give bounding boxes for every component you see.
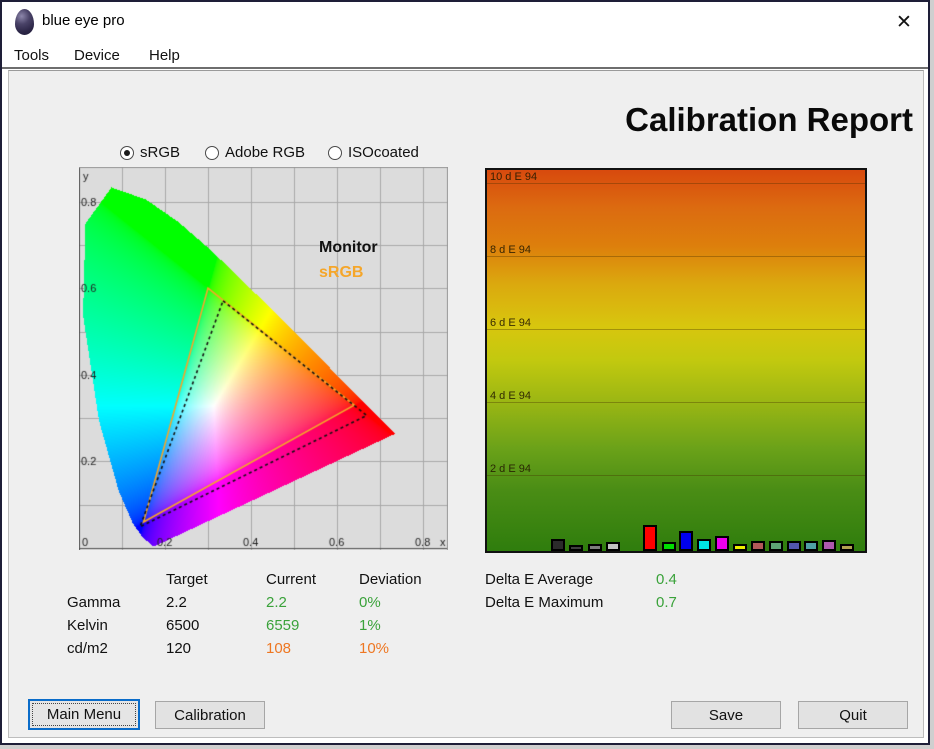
de-patch-bar — [787, 541, 801, 551]
stat-gamma-target: 2.2 — [166, 594, 187, 611]
de-gridline — [487, 402, 865, 403]
delta-e-maximum-value: 0.7 — [656, 594, 677, 611]
radio-isocoated-circle[interactable] — [328, 145, 342, 160]
save-button[interactable]: Save — [671, 701, 781, 729]
radio-srgb[interactable]: sRGB — [120, 144, 180, 161]
radio-adobe-rgb[interactable]: Adobe RGB — [205, 144, 305, 161]
legend-srgb: sRGB — [319, 264, 364, 281]
stat-kelvin-target: 6500 — [166, 617, 200, 634]
stat-kelvin-deviation: 1% — [359, 617, 381, 634]
stats-header-deviation: Deviation — [359, 571, 422, 588]
window-title: blue eye pro — [42, 12, 125, 29]
radio-isocoated-label: ISOcoated — [348, 144, 419, 161]
quit-button[interactable]: Quit — [798, 701, 908, 729]
de-patch-bar — [715, 536, 729, 551]
de-gridline-label: 2 d E 94 — [490, 463, 531, 475]
delta-e-average-value: 0.4 — [656, 571, 677, 588]
de-patch-bar — [662, 542, 676, 551]
cie-chromaticity-plot: Monitor sRGB — [79, 167, 448, 550]
stat-luminance-name: cd/m2 — [67, 640, 108, 657]
close-icon[interactable]: ✕ — [890, 8, 918, 36]
de-gridline-label: 4 d E 94 — [490, 390, 531, 402]
stat-luminance-target: 120 — [166, 640, 192, 657]
app-icon — [15, 9, 34, 35]
cie-canvas — [79, 167, 448, 550]
de-patch-bar — [606, 542, 620, 551]
de-gridline — [487, 256, 865, 257]
de-gridline-label: 10 d E 94 — [490, 171, 538, 183]
de-gridline — [487, 329, 865, 330]
titlebar: blue eye pro ✕ — [2, 2, 928, 42]
menu-device[interactable]: Device — [70, 45, 124, 66]
menu-tools[interactable]: Tools — [10, 45, 53, 66]
delta-e-chart: 10 d E 94 8 d E 94 6 d E 94 4 d E 94 2 d E 9… — [485, 168, 867, 553]
de-gridline — [487, 475, 865, 476]
main-menu-button[interactable]: Main Menu — [28, 699, 140, 730]
de-patch-bar — [643, 525, 657, 551]
stat-kelvin-current: 6559 — [266, 617, 300, 634]
radio-adobe-rgb-label: Adobe RGB — [225, 144, 306, 161]
stat-gamma-deviation: 0% — [359, 594, 381, 611]
stat-luminance-deviation: 10% — [359, 640, 390, 657]
stat-gamma-name: Gamma — [67, 594, 121, 611]
de-patch-bar — [822, 540, 836, 551]
de-patch-bar — [679, 530, 693, 551]
de-patch-bar — [697, 539, 711, 551]
de-patch-bar — [733, 544, 747, 551]
de-patch-bar — [569, 545, 583, 551]
stats-header-target: Target — [166, 571, 208, 588]
radio-isocoated[interactable]: ISOcoated — [328, 144, 419, 161]
radio-srgb-circle[interactable] — [120, 145, 134, 160]
de-patch-bar — [769, 541, 783, 551]
menu-help[interactable]: Help — [145, 45, 184, 66]
stat-gamma-current: 2.2 — [266, 594, 287, 611]
de-patch-bar — [751, 541, 765, 551]
stat-kelvin-name: Kelvin — [67, 617, 108, 634]
de-patch-bar — [588, 544, 602, 551]
radio-srgb-label: sRGB — [140, 144, 181, 161]
radio-adobe-rgb-circle[interactable] — [205, 145, 219, 160]
calibration-button[interactable]: Calibration — [155, 701, 265, 729]
page-title: Calibration Report — [625, 101, 913, 138]
de-gridline — [487, 183, 865, 184]
legend-monitor: Monitor — [319, 239, 378, 256]
de-patch-bar — [840, 544, 854, 551]
de-gridline-label: 6 d E 94 — [490, 317, 531, 329]
de-patch-bar — [551, 538, 565, 551]
stat-luminance-current: 108 — [266, 640, 292, 657]
delta-e-maximum-label: Delta E Maximum — [485, 594, 604, 611]
delta-e-average-label: Delta E Average — [485, 571, 594, 588]
menubar: Tools Device Help — [2, 42, 928, 69]
stats-header-current: Current — [266, 571, 317, 588]
de-patch-bar — [804, 541, 818, 551]
app-window: blue eye pro ✕ Tools Device Help sRGB Ad… — [0, 0, 930, 745]
de-gridline-label: 8 d E 94 — [490, 244, 531, 256]
client-area: sRGB Adobe RGB ISOcoated Calibration Rep… — [8, 70, 924, 738]
